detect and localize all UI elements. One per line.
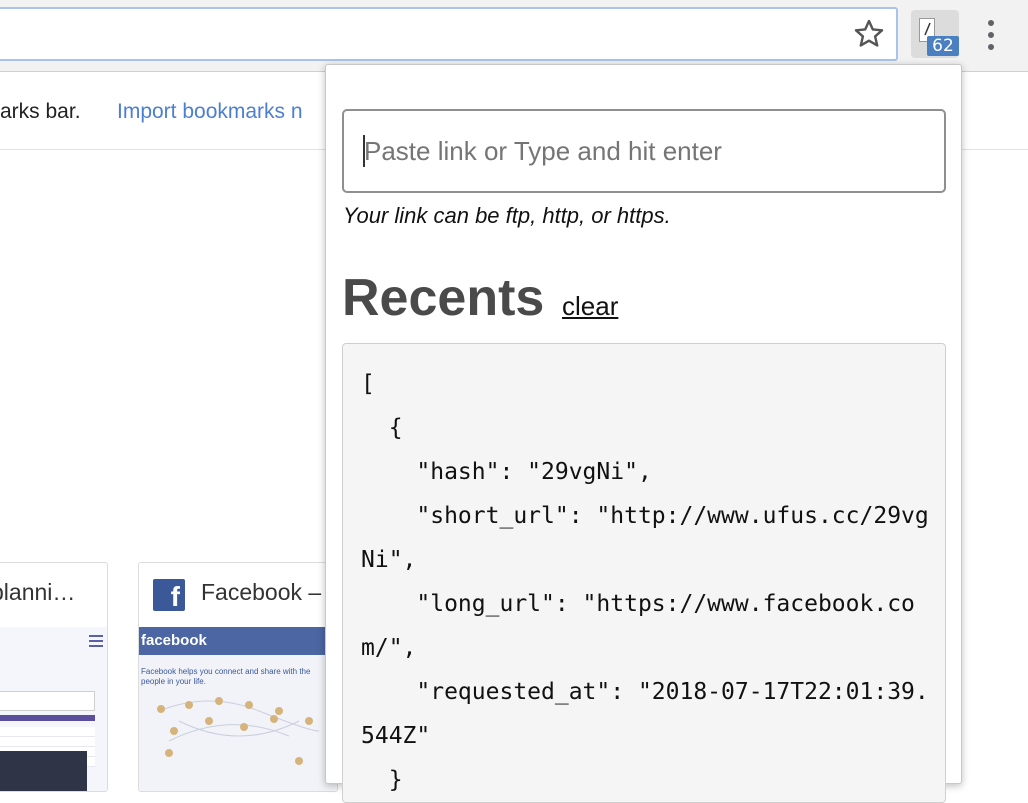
star-icon[interactable] (852, 17, 886, 51)
recents-heading: Recents (342, 269, 545, 327)
thumbnail-people-map (157, 697, 320, 765)
bookmarks-bar-text: arks bar. (0, 100, 81, 123)
recents-json: [ { "hash": "29vgNi", "short_url": "http… (361, 371, 929, 793)
thumbnail-input (0, 691, 95, 711)
link-hint: Your link can be ftp, http, or https. (343, 203, 671, 228)
most-visited-tile-facebook[interactable]: f Facebook – facebook Facebook helps you… (138, 562, 338, 792)
link-input[interactable] (342, 109, 946, 193)
menu-icon[interactable] (984, 18, 998, 52)
tile-thumbnail: facebook Facebook helps you connect and … (139, 627, 337, 791)
shortener-popup: Your link can be ftp, http, or https. Re… (325, 64, 962, 803)
most-visited-tile[interactable]: planni… (0, 562, 108, 792)
extension-badge: 62 (927, 36, 959, 56)
address-bar[interactable] (0, 7, 898, 61)
tile-title: Facebook – (201, 579, 322, 605)
thumbnail-facebook-header: facebook (139, 627, 337, 655)
text-caret (363, 135, 365, 167)
import-bookmarks-link[interactable]: Import bookmarks n (117, 100, 303, 124)
tile-thumbnail (0, 627, 107, 791)
browser-toolbar: 62 (0, 0, 1028, 72)
facebook-logo-icon: f (153, 579, 185, 612)
hamburger-icon (89, 635, 103, 647)
tile-title: planni… (0, 579, 76, 605)
extension-button[interactable]: 62 (911, 10, 959, 58)
recents-json-box: [ { "hash": "29vgNi", "short_url": "http… (342, 343, 946, 803)
thumbnail-facebook-caption: Facebook helps you connect and share wit… (141, 667, 311, 686)
thumbnail-bar (0, 715, 95, 721)
clear-recents-link[interactable]: clear (562, 291, 618, 322)
